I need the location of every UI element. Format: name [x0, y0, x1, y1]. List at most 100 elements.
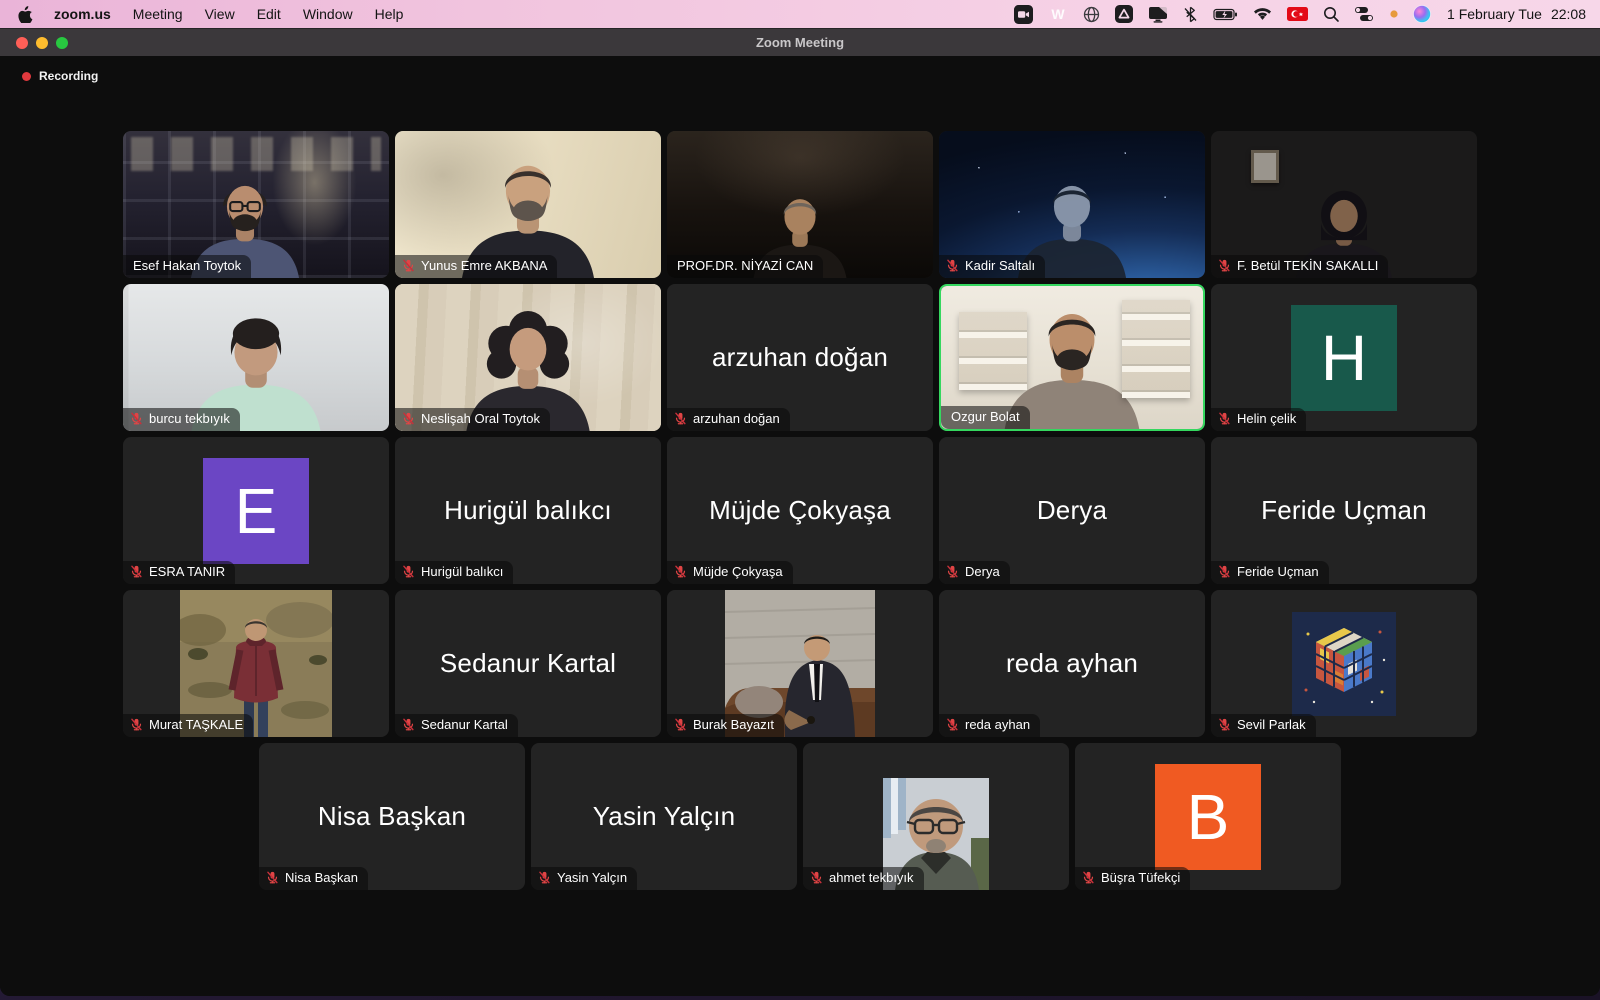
meeting-content: Recording Esef Hakan Toytok Yunus Emre AK…: [0, 56, 1600, 996]
menu-bar-app-menus: zoom.usMeetingViewEditWindowHelp: [12, 0, 414, 28]
participant-name: Feride Uçman: [1237, 565, 1319, 579]
participant-tile-8[interactable]: Ozgur Bolat: [939, 284, 1205, 431]
participant-tile-6[interactable]: Neslişah Oral Toytok: [395, 284, 661, 431]
clock-time: 22:08: [1551, 6, 1586, 22]
participant-name-label: Derya: [939, 561, 1010, 584]
minimize-button[interactable]: [36, 37, 48, 49]
display-mirroring-icon[interactable]: [1148, 6, 1168, 23]
participant-name: Sevil Parlak: [1237, 718, 1306, 732]
participant-tile-5[interactable]: burcu tekbıyık: [123, 284, 389, 431]
participant-tile-20[interactable]: Nisa BaşkanNisa Başkan: [259, 743, 525, 890]
avatar-letter: B: [1155, 764, 1261, 870]
grid-row-2: burcu tekbıyık Neslişah Oral Toytok arzuha…: [123, 284, 1477, 431]
muted-mic-icon: [402, 565, 415, 578]
participant-tile-17[interactable]: Burak Bayazıt: [667, 590, 933, 737]
participant-name-label: Büşra Tüfekçi: [1075, 867, 1190, 890]
muted-mic-icon: [1082, 871, 1095, 884]
muted-mic-icon: [402, 412, 415, 425]
participant-name: Burak Bayazıt: [693, 718, 774, 732]
participant-tile-21[interactable]: Yasin YalçınYasin Yalçın: [531, 743, 797, 890]
participant-name: Esef Hakan Toytok: [133, 259, 241, 273]
participant-name-label: Yunus Emre AKBANA: [395, 255, 557, 278]
participant-name: Müjde Çokyaşa: [693, 565, 783, 579]
participant-tile-16[interactable]: Sedanur KartalSedanur Kartal: [395, 590, 661, 737]
participant-name: Hurigül balıkcı: [421, 565, 503, 579]
grid-row-1: Esef Hakan Toytok Yunus Emre AKBANA PROF.D…: [123, 131, 1477, 278]
menu-bar-clock[interactable]: 1 February Tue 22:08: [1447, 6, 1586, 22]
participant-name-label: Esef Hakan Toytok: [123, 255, 251, 278]
participant-tile-13[interactable]: DeryaDerya: [939, 437, 1205, 584]
participant-tile-7[interactable]: arzuhan doğanarzuhan doğan: [667, 284, 933, 431]
wifi-icon[interactable]: [1253, 7, 1272, 21]
participant-grid: Esef Hakan Toytok Yunus Emre AKBANA PROF.D…: [0, 131, 1600, 890]
input-source-turkish-flag-icon[interactable]: [1287, 7, 1308, 21]
zoom-meeting-window: Zoom Meeting Recording Esef Hakan Toytok…: [0, 28, 1600, 996]
shortcut-triangle-icon[interactable]: [1115, 5, 1133, 23]
muted-mic-icon: [674, 718, 687, 731]
participant-tile-3[interactable]: Kadir Saltalı: [939, 131, 1205, 278]
participant-tile-1[interactable]: Yunus Emre AKBANA: [395, 131, 661, 278]
siri-icon[interactable]: [1413, 5, 1431, 23]
menu-help[interactable]: Help: [364, 0, 415, 28]
muted-mic-icon: [1218, 412, 1231, 425]
menu-window[interactable]: Window: [292, 0, 364, 28]
participant-name: ESRA TANIR: [149, 565, 225, 579]
participant-tile-2[interactable]: PROF.DR. NİYAZİ CAN: [667, 131, 933, 278]
muted-mic-icon: [130, 412, 143, 425]
participant-tile-12[interactable]: Müjde ÇokyaşaMüjde Çokyaşa: [667, 437, 933, 584]
participant-name: Yunus Emre AKBANA: [421, 259, 547, 273]
participant-name-label: Müjde Çokyaşa: [667, 561, 793, 584]
fullscreen-button[interactable]: [56, 37, 68, 49]
participant-tile-15[interactable]: Murat TAŞKALE: [123, 590, 389, 737]
close-button[interactable]: [16, 37, 28, 49]
participant-name: Sedanur Kartal: [421, 718, 508, 732]
participant-name: Yasin Yalçın: [557, 871, 627, 885]
participant-name: arzuhan doğan: [693, 412, 780, 426]
participant-name-label: Hurigül balıkcı: [395, 561, 513, 584]
participant-name-label: Neslişah Oral Toytok: [395, 408, 550, 431]
wave-w-icon[interactable]: W: [1048, 6, 1068, 22]
menu-zoom-us[interactable]: zoom.us: [43, 0, 122, 28]
muted-mic-icon: [946, 718, 959, 731]
apple-logo-icon: [18, 5, 33, 23]
participant-tile-0[interactable]: Esef Hakan Toytok: [123, 131, 389, 278]
participant-name-label: Burak Bayazıt: [667, 714, 784, 737]
menu-view[interactable]: View: [194, 0, 246, 28]
participant-name-label: Sedanur Kartal: [395, 714, 518, 737]
mic-in-use-dot[interactable]: [1390, 10, 1398, 18]
spotlight-search-icon[interactable]: [1323, 6, 1340, 23]
participant-tile-4[interactable]: F. Betül TEKİN SAKALLI: [1211, 131, 1477, 278]
grid-row-4: Murat TAŞKALESedanur KartalSedanur Karta…: [123, 590, 1477, 737]
participant-name: Kadir Saltalı: [965, 259, 1035, 273]
window-title-bar[interactable]: Zoom Meeting: [0, 28, 1600, 56]
participant-name: PROF.DR. NİYAZİ CAN: [677, 259, 813, 273]
globe-icon[interactable]: [1083, 6, 1100, 23]
battery-charging-icon[interactable]: [1213, 8, 1238, 21]
participant-tile-23[interactable]: BBüşra Tüfekçi: [1075, 743, 1341, 890]
bluetooth-off-icon[interactable]: [1183, 6, 1198, 23]
menu-bar-status-area: W 1 February Tue 22:08: [999, 0, 1586, 28]
participant-tile-10[interactable]: EESRA TANIR: [123, 437, 389, 584]
participant-name-label: F. Betül TEKİN SAKALLI: [1211, 255, 1388, 278]
recording-indicator[interactable]: Recording: [22, 69, 98, 83]
participant-name: burcu tekbıyık: [149, 412, 230, 426]
menu-edit[interactable]: Edit: [246, 0, 292, 28]
participant-name: reda ayhan: [965, 718, 1030, 732]
participant-tile-22[interactable]: ahmet tekbıyık: [803, 743, 1069, 890]
participant-name-label: PROF.DR. NİYAZİ CAN: [667, 255, 823, 278]
apple-menu[interactable]: [12, 5, 43, 23]
participant-tile-18[interactable]: reda ayhanreda ayhan: [939, 590, 1205, 737]
avatar-letter: E: [203, 458, 309, 564]
participant-name: Ozgur Bolat: [951, 410, 1020, 424]
participant-tile-14[interactable]: Feride UçmanFeride Uçman: [1211, 437, 1477, 584]
video-camera-icon[interactable]: [1014, 5, 1033, 24]
participant-tile-19[interactable]: Sevil Parlak: [1211, 590, 1477, 737]
participant-name-label: burcu tekbıyık: [123, 408, 240, 431]
control-center-icon[interactable]: [1355, 7, 1375, 21]
menu-meeting[interactable]: Meeting: [122, 0, 194, 28]
muted-mic-icon: [130, 565, 143, 578]
participant-name-label: Sevil Parlak: [1211, 714, 1316, 737]
participant-tile-9[interactable]: HHelin çelik: [1211, 284, 1477, 431]
participant-tile-11[interactable]: Hurigül balıkcıHurigül balıkcı: [395, 437, 661, 584]
participant-name-label: arzuhan doğan: [667, 408, 790, 431]
